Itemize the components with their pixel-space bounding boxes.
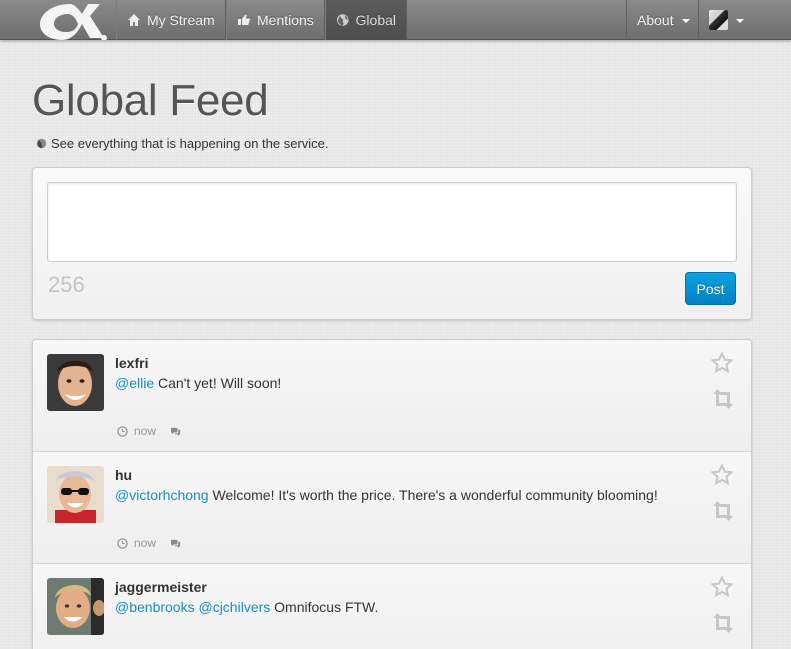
nav-mentions-label: Mentions <box>257 12 314 28</box>
globe-icon <box>336 14 349 26</box>
post-avatar[interactable] <box>47 578 104 635</box>
post-item: lexfri @ellie Can't yet! Will soon! now <box>33 340 751 452</box>
mention-link[interactable]: @benbrooks <box>115 599 195 615</box>
about-dropdown[interactable]: About <box>626 0 698 40</box>
post-body: Omnifocus FTW. <box>274 599 379 615</box>
post-body: Can't yet! Will soon! <box>158 375 282 391</box>
repost-icon[interactable] <box>711 612 735 634</box>
about-label: About <box>637 12 674 28</box>
star-icon[interactable] <box>711 464 733 486</box>
post-item: hu @victorhchong Welcome! It's worth the… <box>33 452 751 564</box>
post-text: @benbrooks @cjchilvers Omnifocus FTW. <box>115 599 378 615</box>
caret-down-icon <box>736 19 744 23</box>
post-avatar[interactable] <box>47 354 104 411</box>
mention-link[interactable]: @cjchilvers <box>198 599 270 615</box>
post-avatar[interactable] <box>47 466 104 523</box>
post-text: @ellie Can't yet! Will soon! <box>115 375 281 391</box>
post-username[interactable]: lexfri <box>115 355 148 371</box>
mention-link[interactable]: @ellie <box>115 375 154 391</box>
star-icon[interactable] <box>711 576 733 598</box>
globe-icon <box>36 138 47 149</box>
nav-my-stream[interactable]: My Stream <box>116 0 226 40</box>
page-subtitle: See everything that is happening on the … <box>36 136 329 151</box>
post-time[interactable]: now <box>134 536 156 550</box>
compose-input[interactable] <box>47 182 737 262</box>
nav-global[interactable]: Global <box>325 0 407 40</box>
nav-my-stream-label: My Stream <box>147 12 215 28</box>
alpha-logo-icon[interactable] <box>30 0 110 40</box>
clock-icon <box>117 537 128 549</box>
post-body: Welcome! It's worth the price. There's a… <box>212 487 658 503</box>
post-meta: now <box>117 536 181 550</box>
post-meta: now <box>117 424 181 438</box>
repost-icon[interactable] <box>711 500 735 522</box>
star-icon[interactable] <box>711 352 733 374</box>
nav-mentions[interactable]: Mentions <box>226 0 325 40</box>
user-avatar <box>709 10 728 30</box>
post-text: @victorhchong Welcome! It's worth the pr… <box>115 487 658 503</box>
compose-box: 256 Post <box>32 167 752 320</box>
post-username[interactable]: hu <box>115 467 132 483</box>
repost-icon[interactable] <box>711 388 735 410</box>
post-item: jaggermeister @benbrooks @cjchilvers Omn… <box>33 564 751 649</box>
page-title: Global Feed <box>32 76 269 125</box>
comments-icon[interactable] <box>170 426 181 437</box>
mention-link[interactable]: @victorhchong <box>115 487 209 503</box>
caret-down-icon <box>681 19 690 23</box>
char-counter: 256 <box>48 272 85 297</box>
post-feed: lexfri @ellie Can't yet! Will soon! now <box>32 339 752 649</box>
comments-icon[interactable] <box>170 538 181 549</box>
post-username[interactable]: jaggermeister <box>115 579 207 595</box>
post-time[interactable]: now <box>134 424 156 438</box>
nav-global-label: Global <box>355 12 396 28</box>
home-icon <box>128 14 140 26</box>
subtitle-text: See everything that is happening on the … <box>51 136 329 151</box>
hand-point-icon <box>238 14 251 25</box>
post-button[interactable]: Post <box>685 272 736 305</box>
clock-icon <box>117 425 128 437</box>
navbar: My Stream Mentions Global About <box>0 0 791 40</box>
user-menu[interactable] <box>698 0 754 40</box>
